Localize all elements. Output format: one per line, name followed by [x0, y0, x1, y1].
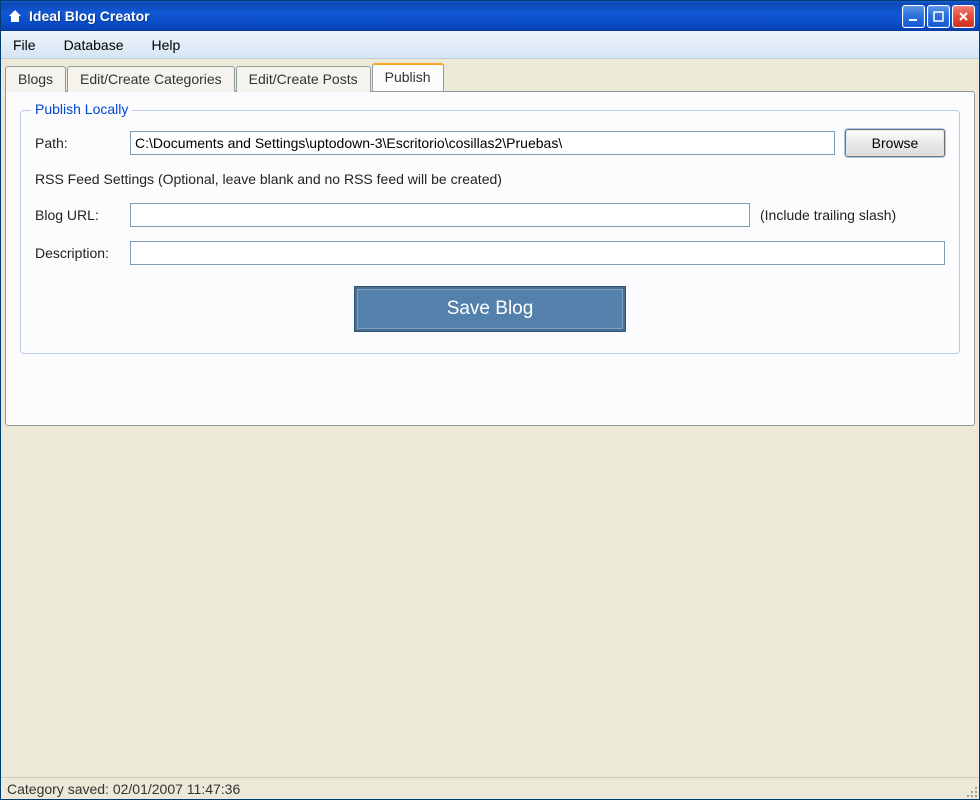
app-icon [7, 8, 23, 24]
tab-strip: Blogs Edit/Create Categories Edit/Create… [5, 63, 975, 91]
tab-label: Publish [385, 69, 431, 85]
tab-label: Blogs [18, 71, 53, 87]
tab-blogs[interactable]: Blogs [5, 66, 66, 92]
browse-button-label: Browse [872, 135, 919, 151]
window-controls [902, 5, 975, 28]
path-input[interactable] [130, 131, 835, 155]
path-label: Path: [35, 135, 130, 151]
title-bar[interactable]: Ideal Blog Creator [1, 1, 979, 31]
blog-url-input[interactable] [130, 203, 750, 227]
row-path: Path: Browse [35, 129, 945, 157]
tab-categories[interactable]: Edit/Create Categories [67, 66, 235, 92]
minimize-button[interactable] [902, 5, 925, 28]
save-blog-button[interactable]: Save Blog [355, 287, 625, 331]
menu-file[interactable]: File [13, 37, 36, 53]
tab-label: Edit/Create Categories [80, 71, 222, 87]
tab-panel-publish: Publish Locally Path: Browse RSS Feed Se… [5, 91, 975, 426]
menu-database[interactable]: Database [64, 37, 124, 53]
tab-publish[interactable]: Publish [372, 63, 444, 91]
maximize-button[interactable] [927, 5, 950, 28]
row-blog-url: Blog URL: (Include trailing slash) [35, 203, 945, 227]
rss-settings-note: RSS Feed Settings (Optional, leave blank… [35, 171, 945, 187]
description-input[interactable] [130, 241, 945, 265]
tab-label: Edit/Create Posts [249, 71, 358, 87]
resize-grip-icon[interactable] [963, 783, 977, 797]
browse-button[interactable]: Browse [845, 129, 945, 157]
status-bar: Category saved: 02/01/2007 11:47:36 [1, 777, 979, 799]
tab-posts[interactable]: Edit/Create Posts [236, 66, 371, 92]
close-button[interactable] [952, 5, 975, 28]
blog-url-label: Blog URL: [35, 207, 130, 223]
description-label: Description: [35, 245, 130, 261]
menu-bar: File Database Help [1, 31, 979, 59]
blog-url-hint: (Include trailing slash) [760, 207, 896, 223]
groupbox-publish-locally: Publish Locally Path: Browse RSS Feed Se… [20, 110, 960, 354]
app-window: Ideal Blog Creator File Database Help [0, 0, 980, 800]
groupbox-legend: Publish Locally [31, 101, 132, 117]
save-blog-label: Save Blog [447, 298, 534, 319]
status-text: Category saved: 02/01/2007 11:47:36 [7, 781, 240, 797]
menu-help[interactable]: Help [152, 37, 181, 53]
row-description: Description: [35, 241, 945, 265]
window-title: Ideal Blog Creator [29, 8, 902, 24]
client-area: Blogs Edit/Create Categories Edit/Create… [1, 59, 979, 777]
